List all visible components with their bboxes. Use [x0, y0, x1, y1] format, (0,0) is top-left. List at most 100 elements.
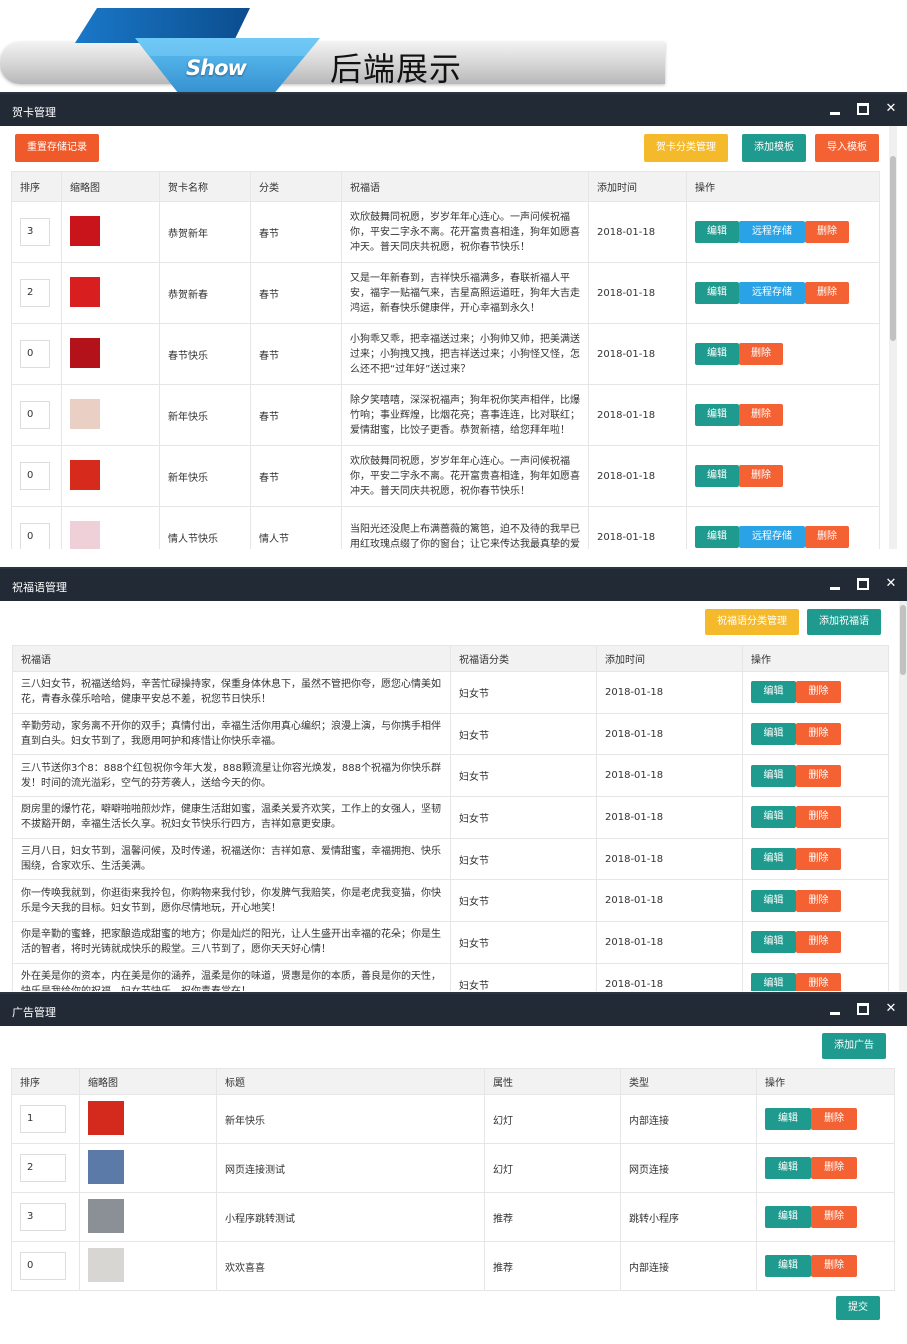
edit-button[interactable]: 编辑 — [751, 889, 796, 912]
close-icon[interactable]: ✕ — [885, 577, 897, 590]
ad-thumbnail — [88, 1198, 124, 1233]
sort-input[interactable]: 0 — [20, 462, 50, 490]
remote-storage-button[interactable]: 远程存储 — [739, 526, 805, 548]
edit-button[interactable]: 编辑 — [695, 404, 739, 426]
ops-cell: 编辑 删除 — [742, 879, 889, 923]
delete-button[interactable]: 删除 — [811, 1108, 857, 1130]
remote-storage-button[interactable]: 远程存储 — [739, 282, 805, 304]
delete-button[interactable]: 删除 — [796, 681, 841, 704]
minimize-icon[interactable] — [829, 1003, 841, 1015]
ops-group: 编辑 删除 — [695, 404, 879, 426]
delete-button[interactable]: 删除 — [805, 221, 849, 243]
sort-cell: 3 — [11, 201, 62, 263]
table-row: 0 欢欢喜喜 推荐 内部连接 编辑 删除 — [11, 1241, 895, 1291]
delete-button[interactable]: 删除 — [739, 343, 783, 365]
edit-button[interactable]: 编辑 — [695, 221, 739, 243]
ops-group: 编辑 删除 — [765, 1255, 894, 1277]
sort-input[interactable]: 3 — [20, 218, 50, 246]
blessing-category-button[interactable]: 祝福语分类管理 — [705, 609, 799, 635]
blessing-category: 妇女节 — [450, 712, 597, 756]
delete-button[interactable]: 删除 — [811, 1255, 857, 1277]
remote-storage-button[interactable]: 远程存储 — [739, 221, 805, 243]
maximize-icon[interactable] — [857, 1003, 869, 1015]
delete-button[interactable]: 删除 — [805, 282, 849, 304]
ops-cell: 编辑 删除 — [756, 1192, 895, 1242]
edit-button[interactable]: 编辑 — [765, 1108, 811, 1130]
ops-cell: 编辑 删除 — [756, 1094, 895, 1144]
edit-button[interactable]: 编辑 — [751, 931, 796, 954]
delete-button[interactable]: 删除 — [796, 931, 841, 954]
table-row: 三八节送你3个8：888个红包祝你今年大发，888颗流星让你容光焕发，888个祝… — [12, 754, 889, 798]
card-category: 春节 — [250, 445, 342, 507]
sort-input[interactable]: 0 — [20, 1252, 66, 1280]
edit-button[interactable]: 编辑 — [695, 343, 739, 365]
delete-button[interactable]: 删除 — [796, 889, 841, 912]
card-blessing: 欢欣鼓舞同祝愿，岁岁年年心连心。一声问候祝福你，平安二字永不离。花开富贵喜相逢，… — [341, 445, 589, 507]
column-header: 祝福语 — [12, 645, 451, 672]
sort-input[interactable]: 0 — [20, 340, 50, 368]
table-row: 3 恭贺新年 春节 欢欣鼓舞同祝愿，岁岁年年心连心。一声问候祝福你，平安二字永不离。花… — [11, 201, 880, 263]
ad-type: 内部连接 — [620, 1094, 757, 1144]
sort-input[interactable]: 0 — [20, 523, 50, 549]
delete-button[interactable]: 删除 — [739, 465, 783, 487]
edit-button[interactable]: 编辑 — [751, 764, 796, 787]
sort-input[interactable]: 0 — [20, 401, 50, 429]
edit-button[interactable]: 编辑 — [765, 1255, 811, 1277]
delete-button[interactable]: 删除 — [811, 1206, 857, 1228]
ops-cell: 编辑 删除 — [686, 323, 880, 385]
added-time: 2018-01-18 — [588, 323, 687, 385]
column-header: 分类 — [250, 171, 342, 202]
minimize-icon[interactable] — [829, 103, 841, 115]
edit-button[interactable]: 编辑 — [751, 681, 796, 704]
ops-group: 编辑 远程存储 删除 — [695, 526, 879, 548]
close-icon[interactable]: ✕ — [885, 102, 897, 115]
add-ad-button[interactable]: 添加广告 — [822, 1033, 886, 1059]
maximize-icon[interactable] — [857, 103, 869, 115]
sort-cell: 0 — [11, 506, 62, 549]
sort-input[interactable]: 3 — [20, 1203, 66, 1231]
blessing-table: 祝福语 祝福语分类 添加时间 操作 三八妇女节，祝福送给妈，辛苦忙碌操持家，保重身体休… — [12, 645, 889, 991]
close-icon[interactable]: ✕ — [885, 1002, 897, 1015]
edit-button[interactable]: 编辑 — [751, 973, 796, 991]
delete-button[interactable]: 删除 — [796, 723, 841, 746]
ops-group: 编辑 删除 — [765, 1157, 894, 1179]
add-template-button[interactable]: 添加模板 — [742, 134, 806, 162]
edit-button[interactable]: 编辑 — [751, 806, 796, 829]
card-category-button[interactable]: 贺卡分类管理 — [644, 134, 728, 162]
sort-input[interactable]: 2 — [20, 1154, 66, 1182]
edit-button[interactable]: 编辑 — [751, 723, 796, 746]
ops-group: 编辑 删除 — [751, 931, 888, 954]
added-time: 2018-01-18 — [588, 445, 687, 507]
edit-button[interactable]: 编辑 — [765, 1157, 811, 1179]
edit-button[interactable]: 编辑 — [695, 526, 739, 548]
add-blessing-button[interactable]: 添加祝福语 — [807, 609, 881, 635]
delete-button[interactable]: 删除 — [796, 764, 841, 787]
edit-button[interactable]: 编辑 — [751, 848, 796, 871]
sort-input[interactable]: 1 — [20, 1105, 66, 1133]
delete-button[interactable]: 删除 — [739, 404, 783, 426]
column-header: 添加时间 — [588, 171, 687, 202]
ad-table: 排序 缩略图 标题 属性 类型 操作 1 新年快乐 幻灯 内部连接 编辑 删除 2 网页连接测试 幻灯 网页… — [11, 1068, 895, 1291]
card-table: 排序 缩略图 贺卡名称 分类 祝福语 添加时间 操作 3 恭贺新年 春节 欢欣鼓舞同祝愿，岁岁年年… — [11, 171, 880, 549]
delete-button[interactable]: 删除 — [811, 1157, 857, 1179]
panel-title: 广告管理 — [12, 1006, 56, 1019]
minimize-icon[interactable] — [829, 578, 841, 590]
column-header: 缩略图 — [61, 171, 160, 202]
sort-input[interactable]: 2 — [20, 279, 50, 307]
scrollbar[interactable] — [889, 126, 897, 549]
delete-button[interactable]: 删除 — [796, 848, 841, 871]
delete-button[interactable]: 删除 — [805, 526, 849, 548]
reset-storage-button[interactable]: 重置存储记录 — [15, 134, 99, 162]
edit-button[interactable]: 编辑 — [695, 282, 739, 304]
edit-button[interactable]: 编辑 — [695, 465, 739, 487]
ops-group: 编辑 删除 — [751, 806, 888, 829]
delete-button[interactable]: 删除 — [796, 973, 841, 991]
import-template-button[interactable]: 导入模板 — [815, 134, 879, 162]
delete-button[interactable]: 删除 — [796, 806, 841, 829]
edit-button[interactable]: 编辑 — [765, 1206, 811, 1228]
scrollbar[interactable] — [899, 601, 907, 991]
submit-button[interactable]: 提交 — [836, 1296, 880, 1320]
ad-attribute: 推荐 — [484, 1241, 621, 1291]
ops-group: 编辑 远程存储 删除 — [695, 221, 879, 243]
maximize-icon[interactable] — [857, 578, 869, 590]
